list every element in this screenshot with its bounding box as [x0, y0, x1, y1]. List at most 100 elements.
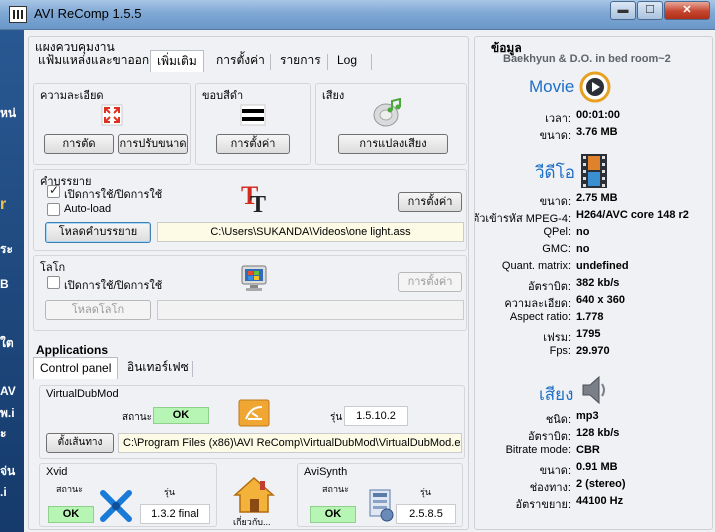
load-logo-button[interactable]: โหลดโลโก: [45, 300, 151, 320]
xvid-group: Xvid สถานะ OK รุ่น 1.3.2 final: [39, 463, 217, 527]
tab-source-output[interactable]: แฟ้มแหล่งและขาออก: [32, 50, 155, 72]
title-bar[interactable]: AVI ReComp 1.5.5 ▬ ☐ ✕: [0, 0, 715, 30]
audio-convert-icon: [373, 98, 401, 127]
window-title: AVI ReComp 1.5.5: [34, 6, 142, 21]
resize-button[interactable]: การปรับขนาด: [118, 134, 188, 154]
info-label: อัตราบิต:: [527, 281, 571, 293]
subtitles-enable-checkbox[interactable]: [47, 183, 60, 198]
info-value: 382 kb/s: [576, 277, 620, 289]
vdm-version-label: รุ่น: [330, 412, 343, 423]
xvid-status-badge: OK: [48, 506, 94, 523]
logo-title: โลโก: [40, 262, 66, 274]
load-subtitles-button[interactable]: โหลดคำบรรยาย: [45, 222, 151, 243]
tab-divider: [327, 54, 328, 70]
maximize-button[interactable]: ☐: [637, 1, 663, 20]
avisynth-group: AviSynth สถานะ OK รุ่น 2.5.8.5: [297, 463, 463, 527]
subtitles-enable-label: เปิดการใช้/ปิดการใช้: [64, 189, 163, 201]
logo-group: โลโก เปิดการใช้/ปิดการใช้ การตั้งค่า โหล…: [33, 255, 467, 331]
info-value: undefined: [576, 260, 629, 272]
subtitles-settings-button[interactable]: การตั้งค่า: [398, 192, 462, 212]
client-area: แผงควบคุมงาน แฟ้มแหล่งและขาออก เพิ่มเติม…: [24, 30, 715, 532]
subtitles-autoload-checkbox[interactable]: [47, 203, 60, 216]
info-label: ขนาด:: [539, 465, 571, 477]
film-icon: [581, 154, 607, 188]
black-borders-title: ขอบสีดำ: [202, 90, 244, 102]
info-label: ขนาด:: [539, 196, 571, 208]
avisynth-title: AviSynth: [304, 466, 348, 478]
home-icon[interactable]: [233, 475, 275, 515]
vdm-status-label: สถานะ: [122, 412, 152, 423]
close-button[interactable]: ✕: [664, 1, 710, 20]
tab-extras[interactable]: เพิ่มเติม: [150, 50, 204, 72]
logo-path-field[interactable]: [157, 300, 464, 320]
info-value: 3.76 MB: [576, 126, 618, 138]
crop-resize-icon: [101, 104, 123, 126]
info-label: QPel:: [543, 226, 571, 238]
vdm-version-field: 1.5.10.2: [344, 406, 408, 426]
resolution-title: ความละเอียด: [40, 90, 104, 102]
info-label: Bitrate mode:: [505, 444, 571, 456]
info-value: 1795: [576, 328, 601, 340]
app-window: AVI ReComp 1.5.5 ▬ ☐ ✕ แผงควบคุมงาน แฟ้ม…: [0, 0, 715, 532]
info-label: อัตราบิต:: [527, 431, 571, 443]
info-label: Aspect ratio:: [509, 311, 571, 323]
avisynth-version-label: รุ่น: [420, 487, 431, 497]
audio-section-title: เสียง: [539, 385, 574, 404]
monitor-logo-icon: [241, 265, 267, 291]
svg-text:T: T: [250, 192, 266, 214]
tab-divider: [270, 54, 271, 70]
tab-settings[interactable]: การตั้งค่า: [210, 50, 271, 72]
virtualdubmod-icon: [238, 399, 270, 427]
tab-list[interactable]: รายการ: [274, 50, 327, 72]
info-value: 1.778: [576, 311, 604, 323]
info-label: Fps:: [549, 345, 571, 357]
info-label: ความละเอียด:: [504, 298, 571, 310]
borders-settings-button[interactable]: การตั้งค่า: [216, 134, 290, 154]
speaker-icon: [582, 375, 605, 405]
black-borders-group: ขอบสีดำ การตั้งค่า: [195, 83, 311, 165]
subtitles-autoload-label: Auto-load: [64, 203, 112, 215]
info-value: H264/AVC core 148 r2: [576, 209, 689, 221]
tab-divider: [192, 361, 193, 377]
logo-enable-checkbox[interactable]: [47, 276, 60, 289]
avisynth-status-badge: OK: [310, 506, 356, 523]
info-value: 00:01:00: [576, 109, 621, 121]
info-value: 0.91 MB: [576, 461, 618, 473]
info-value: no: [576, 243, 590, 255]
tab-interface[interactable]: อินเทอร์เฟซ: [121, 357, 195, 379]
xvid-title: Xvid: [46, 466, 68, 478]
audio-convert-button[interactable]: การแปลงเสียง: [338, 134, 448, 154]
subtitles-path-field[interactable]: C:\Users\SUKANDA\Videos\one light.ass: [157, 222, 464, 242]
crop-button[interactable]: การตัด: [44, 134, 114, 154]
minimize-button[interactable]: ▬: [610, 1, 636, 20]
vdm-path-field[interactable]: C:\Program Files (x86)\AVI ReComp\Virtua…: [118, 433, 462, 453]
info-label: เฟรม:: [543, 332, 571, 344]
info-label: อัตราขยาย:: [515, 499, 571, 511]
video-section-title: วีดีโอ: [535, 163, 575, 182]
info-value: 2.75 MB: [576, 192, 618, 204]
control-panel: แผงควบคุมงาน แฟ้มแหล่งและขาออก เพิ่มเติม…: [28, 36, 469, 530]
tab-control-panel[interactable]: Control panel: [33, 357, 119, 379]
logo-settings-button[interactable]: การตั้งค่า: [398, 272, 462, 292]
about-label[interactable]: เกี่ยวกับ...: [233, 515, 271, 529]
info-value: 640 x 360: [576, 294, 625, 306]
info-value: CBR: [576, 444, 600, 456]
info-value: mp3: [576, 410, 599, 422]
info-value: 2 (stereo): [576, 478, 626, 490]
info-label: ชนิด:: [545, 414, 571, 426]
app-icon: [9, 6, 27, 23]
info-value: 44100 Hz: [576, 495, 624, 507]
set-path-button[interactable]: ตั้งเส้นทาง: [46, 433, 114, 453]
xvid-version-field: 1.3.2 final: [140, 504, 210, 524]
subtitles-group: คำบรรยาย เปิดการใช้/ปิดการใช้ Auto-load …: [33, 169, 467, 251]
play-icon: [579, 71, 611, 103]
audio-title: เสียง: [322, 90, 345, 102]
avisynth-status-label: สถานะ: [322, 484, 349, 494]
avisynth-version-field: 2.5.8.5: [396, 504, 456, 524]
tab-log[interactable]: Log: [331, 50, 363, 72]
info-label: ช่องทาง:: [529, 482, 571, 494]
info-label: เวลา:: [545, 113, 571, 125]
vdm-status-badge: OK: [153, 407, 209, 424]
info-label: ขนาด:: [539, 130, 571, 142]
info-panel: ข้อมูล Baekhyun & D.O. in bed room~2 Mov…: [474, 36, 713, 530]
